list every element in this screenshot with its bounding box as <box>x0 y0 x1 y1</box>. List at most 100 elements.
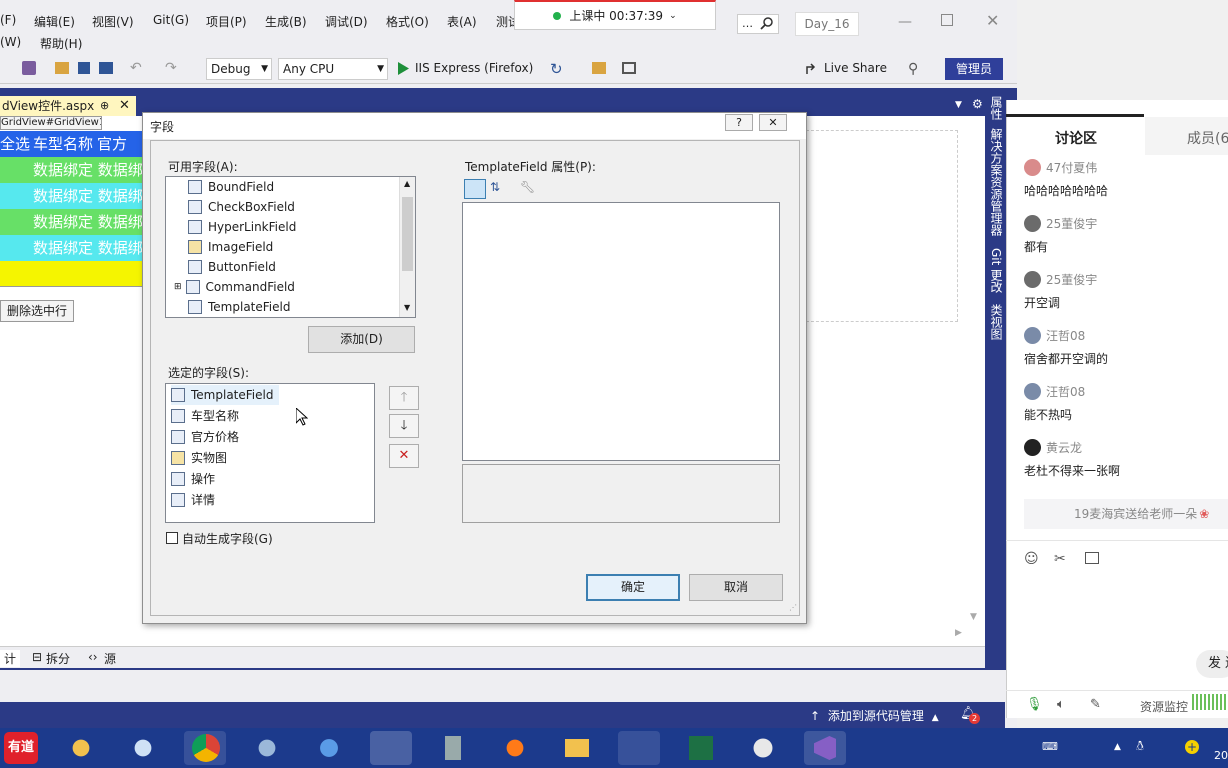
tools-app-icon[interactable] <box>618 731 660 765</box>
menu-git[interactable]: Git(G) <box>153 13 189 27</box>
move-up-button[interactable]: 🡑︎ <box>389 386 419 410</box>
speaker-icon[interactable]: 🔈︎ <box>1057 697 1065 712</box>
menu-build[interactable]: 生成(B) <box>265 13 307 30</box>
search-box[interactable]: … <box>737 14 779 34</box>
save-icon[interactable] <box>78 62 90 74</box>
available-fields-list[interactable]: BoundField CheckBoxField HyperLinkField … <box>165 176 416 318</box>
menu-table[interactable]: 表(A) <box>447 13 477 30</box>
file-explorer-icon[interactable] <box>556 731 598 765</box>
refresh-icon[interactable]: ↻ <box>550 60 563 78</box>
close-tab-icon[interactable]: ✕ <box>119 96 130 116</box>
close-window-button[interactable]: ✕ <box>986 11 999 30</box>
list-item[interactable]: HyperLinkField <box>188 217 296 237</box>
resource-monitor-label[interactable]: 资源监控 <box>1140 698 1188 715</box>
excel-icon[interactable] <box>680 731 722 765</box>
list-scrollbar[interactable]: ▲ ▼ <box>399 177 415 317</box>
school-app-icon[interactable] <box>742 731 784 765</box>
scroll-down-icon[interactable]: ▼ <box>404 303 410 312</box>
tray-expand-icon[interactable]: ▲ <box>1114 742 1121 752</box>
list-item[interactable]: 详情 <box>171 490 215 510</box>
list-item[interactable]: ⊞ CommandField <box>174 277 295 297</box>
tab-git-changes[interactable]: Git 更改 <box>988 248 1005 293</box>
live-share-button[interactable]: Live Share <box>824 61 887 75</box>
screenshot-icon[interactable] <box>622 62 636 74</box>
auto-generate-checkbox[interactable] <box>166 532 178 544</box>
snipping-app-icon[interactable] <box>122 731 164 765</box>
cancel-button[interactable]: 取消 <box>689 574 783 601</box>
tab-discussion[interactable]: 讨论区 <box>1055 128 1097 148</box>
tab-design[interactable]: 计 <box>0 650 21 667</box>
visual-studio-icon[interactable] <box>804 731 846 765</box>
keyboard-icon[interactable]: ⌨ <box>1042 740 1058 753</box>
help-button[interactable]: ? <box>725 114 753 131</box>
platform-dropdown[interactable]: Any CPU ▼ <box>278 58 388 80</box>
tab-split[interactable]: 拆分 <box>46 650 70 667</box>
menu-format[interactable]: 格式(O) <box>386 13 429 30</box>
add-field-button[interactable]: 添加(D) <box>308 326 415 353</box>
resize-grip-icon[interactable]: ⋰ <box>789 603 797 612</box>
classroom-app-icon[interactable] <box>370 731 412 765</box>
tab-properties[interactable]: 属性 <box>988 96 1005 120</box>
remove-field-button[interactable]: ✕ <box>389 444 419 468</box>
firefox-icon[interactable] <box>494 731 536 765</box>
list-item[interactable]: TemplateField <box>171 385 280 405</box>
menu-debug[interactable]: 调试(D) <box>325 13 368 30</box>
pin-icon[interactable]: ⊕ <box>100 96 109 116</box>
pen-icon[interactable]: ✎ <box>1090 697 1101 712</box>
menu-edit[interactable]: 编辑(E) <box>34 13 75 30</box>
live-share-icon[interactable] <box>805 62 819 76</box>
save-all-icon[interactable] <box>99 62 113 74</box>
microphone-icon[interactable]: 🎙︎ <box>1026 697 1043 712</box>
send-button[interactable]: 发 送 <box>1196 650 1228 678</box>
baidu-netdisk-icon[interactable] <box>308 731 350 765</box>
list-item[interactable]: ButtonField <box>188 257 276 277</box>
wrench-icon[interactable]: 🔧︎ <box>520 180 535 194</box>
expand-icon[interactable]: ⊞ <box>174 277 182 297</box>
dialog-close-button[interactable]: ✕ <box>759 114 787 131</box>
youdao-app[interactable]: 有道 <box>4 732 38 764</box>
calculator-icon[interactable] <box>432 731 474 765</box>
tab-members[interactable]: 成员(6 <box>1187 128 1228 148</box>
play-icon[interactable] <box>398 62 409 75</box>
image-icon[interactable] <box>1085 552 1099 564</box>
list-item[interactable]: ImageField <box>188 237 273 257</box>
scroll-right-icon[interactable]: ▶ <box>955 628 962 638</box>
list-item[interactable]: BoundField <box>188 177 274 197</box>
list-item[interactable]: 官方价格 <box>171 427 239 447</box>
feedback-icon[interactable]: ⚲ <box>908 61 918 77</box>
selected-fields-list[interactable]: TemplateField 车型名称 官方价格 实物图 操作 详情 <box>165 383 375 523</box>
maximize-button[interactable] <box>941 14 953 26</box>
minimize-button[interactable]: — <box>898 14 912 30</box>
list-item[interactable]: 车型名称 <box>171 406 239 426</box>
list-item[interactable]: 操作 <box>171 469 215 489</box>
sort-alpha-icon[interactable]: ⇅ <box>490 180 500 194</box>
list-item[interactable]: TemplateField <box>188 297 290 317</box>
categorized-icon[interactable] <box>464 179 486 199</box>
menu-view[interactable]: 视图(V) <box>92 13 134 30</box>
undo-icon[interactable]: ↶ <box>130 60 142 76</box>
ok-button[interactable]: 确定 <box>586 574 680 601</box>
list-item[interactable]: CheckBoxField <box>188 197 295 217</box>
menu-file[interactable]: (F) <box>0 13 16 27</box>
emoji-icon[interactable]: ☺ <box>1024 551 1039 567</box>
tab-class-view[interactable]: 类视图 <box>988 304 1005 340</box>
chevron-down-icon[interactable]: ⌄ <box>669 11 677 21</box>
tab-source[interactable]: 源 <box>104 650 116 667</box>
meeting-status-bar[interactable]: 上课中 00:37:39 ⌄ <box>514 0 716 30</box>
property-grid[interactable] <box>462 202 780 461</box>
menu-window[interactable]: (W) <box>0 35 21 49</box>
redo-icon[interactable]: ↷ <box>165 60 177 76</box>
remote-desktop-icon[interactable] <box>246 731 288 765</box>
delete-selected-button[interactable]: 删除选中行 <box>0 300 74 322</box>
config-dropdown[interactable]: Debug ▼ <box>206 58 272 80</box>
document-tab[interactable]: dView控件.aspx ⊕ ✕ <box>0 96 136 116</box>
run-button[interactable]: IIS Express (Firefox) <box>415 61 533 75</box>
scroll-down-icon[interactable]: ▼ <box>970 612 977 622</box>
list-item[interactable]: 实物图 <box>171 448 227 468</box>
chrome-app[interactable] <box>184 731 226 765</box>
add-icon[interactable]: + <box>1185 740 1199 754</box>
qq-icon[interactable]: 🐧︎ <box>1136 739 1144 755</box>
open-folder-icon[interactable] <box>55 62 69 74</box>
paint-app-icon[interactable] <box>60 731 102 765</box>
source-control-button[interactable]: ↑ 添加到源代码管理 ▲ <box>810 707 939 724</box>
